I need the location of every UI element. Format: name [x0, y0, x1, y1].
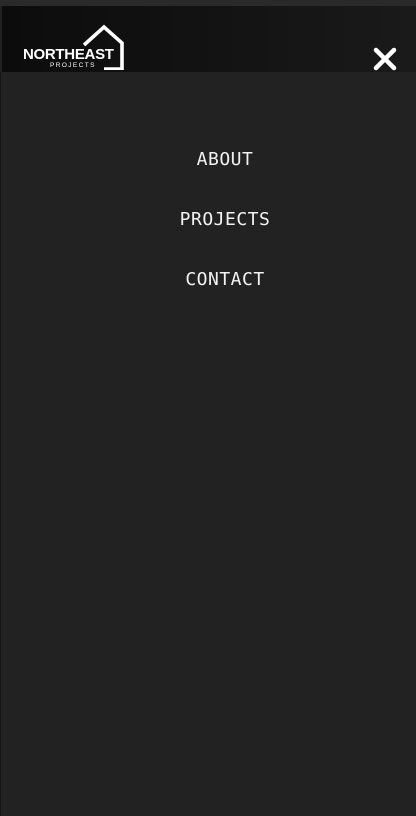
- nav-item-contact[interactable]: CONTACT: [185, 260, 264, 320]
- close-menu-button[interactable]: [371, 45, 399, 73]
- northeast-projects-logo[interactable]: NORTHEAST PROJECTS: [23, 24, 133, 70]
- nav-item-projects[interactable]: PROJECTS: [180, 200, 271, 260]
- nav-item-about[interactable]: ABOUT: [197, 140, 254, 200]
- main-navigation: ABOUT PROJECTS CONTACT: [0, 140, 416, 320]
- close-icon: [373, 47, 397, 71]
- logo-subtitle: PROJECTS: [50, 62, 96, 69]
- mobile-menu-overlay: NORTHEAST PROJECTS ABOUT PROJECTS CONTAC…: [0, 0, 416, 816]
- logo-wordmark: NORTHEAST: [23, 46, 114, 63]
- site-header: NORTHEAST PROJECTS: [2, 6, 416, 72]
